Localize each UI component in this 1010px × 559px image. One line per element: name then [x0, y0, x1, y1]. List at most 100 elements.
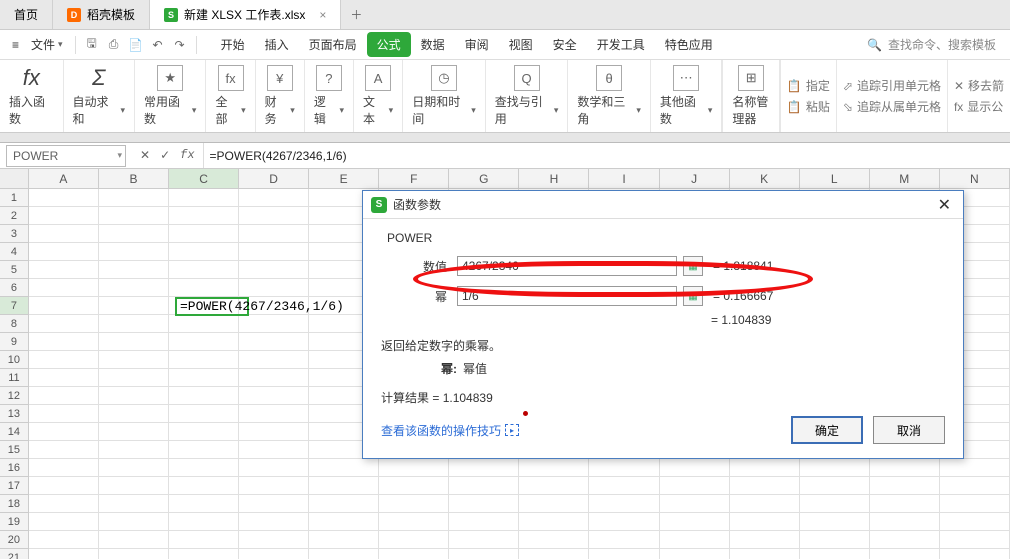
cell[interactable]	[449, 513, 519, 531]
cell[interactable]	[99, 261, 169, 279]
select-all-corner[interactable]	[0, 169, 29, 188]
cell[interactable]	[870, 531, 940, 549]
cell[interactable]	[169, 513, 239, 531]
col-header-N[interactable]: N	[940, 169, 1010, 188]
undo-icon[interactable]: ↶	[150, 38, 166, 52]
cell[interactable]	[169, 441, 239, 459]
cell[interactable]	[169, 351, 239, 369]
tab-sheet[interactable]: S 新建 XLSX 工作表.xlsx ×	[150, 0, 341, 29]
row-header-10[interactable]: 10	[0, 351, 29, 369]
cell[interactable]	[99, 387, 169, 405]
cell[interactable]	[309, 477, 379, 495]
cell[interactable]	[730, 531, 800, 549]
cell[interactable]	[239, 477, 309, 495]
cell[interactable]	[239, 423, 309, 441]
tab-insert[interactable]: 插入	[255, 32, 299, 57]
cell[interactable]	[169, 225, 239, 243]
cell[interactable]	[29, 243, 99, 261]
cell[interactable]	[169, 333, 239, 351]
cell[interactable]	[660, 531, 730, 549]
cell[interactable]	[870, 495, 940, 513]
cell[interactable]	[309, 459, 379, 477]
cell[interactable]	[519, 531, 589, 549]
cell[interactable]	[239, 243, 309, 261]
cell[interactable]	[169, 459, 239, 477]
cell[interactable]	[730, 549, 800, 559]
cell[interactable]	[940, 513, 1010, 531]
cell[interactable]	[519, 477, 589, 495]
cell[interactable]	[169, 531, 239, 549]
cell[interactable]	[800, 459, 870, 477]
row-header-8[interactable]: 8	[0, 315, 29, 333]
redo-icon[interactable]: ↷	[172, 38, 188, 52]
cell[interactable]	[870, 549, 940, 559]
row-header-11[interactable]: 11	[0, 369, 29, 387]
cell[interactable]	[99, 333, 169, 351]
tab-home[interactable]: 首页	[0, 0, 53, 29]
cell[interactable]	[730, 495, 800, 513]
col-header-C[interactable]: C	[169, 169, 239, 188]
row-header-3[interactable]: 3	[0, 225, 29, 243]
file-menu[interactable]: 文件 ▾	[27, 34, 67, 55]
cell[interactable]	[99, 189, 169, 207]
cell[interactable]	[800, 549, 870, 559]
cell[interactable]	[169, 315, 239, 333]
cell[interactable]	[449, 477, 519, 495]
cell[interactable]	[800, 477, 870, 495]
tab-dev-tools[interactable]: 开发工具	[587, 32, 655, 57]
cell[interactable]	[29, 387, 99, 405]
cancel-button[interactable]: 取消	[873, 416, 945, 444]
accept-formula-icon[interactable]: ✓	[160, 148, 170, 163]
cell[interactable]	[239, 387, 309, 405]
name-manager-button[interactable]: ⊞名称管理器	[722, 60, 780, 132]
cell[interactable]	[870, 513, 940, 531]
cell[interactable]	[589, 513, 659, 531]
cell[interactable]	[660, 549, 730, 559]
dialog-title-bar[interactable]: S 函数参数 ✕	[363, 191, 963, 219]
cell[interactable]	[519, 513, 589, 531]
cell[interactable]	[940, 477, 1010, 495]
cell[interactable]	[589, 531, 659, 549]
cell[interactable]	[99, 225, 169, 243]
cell[interactable]	[309, 549, 379, 559]
cell[interactable]	[29, 189, 99, 207]
cell[interactable]	[660, 495, 730, 513]
cell[interactable]	[379, 495, 449, 513]
cell[interactable]	[29, 369, 99, 387]
arg2-input[interactable]: 1/6	[457, 286, 677, 306]
row-header-7[interactable]: 7	[0, 297, 29, 315]
row-header-5[interactable]: 5	[0, 261, 29, 279]
paste-name-button[interactable]: 📋 粘贴	[787, 98, 830, 115]
cell[interactable]	[660, 477, 730, 495]
row-header-16[interactable]: 16	[0, 459, 29, 477]
row-header-15[interactable]: 15	[0, 441, 29, 459]
col-header-F[interactable]: F	[379, 169, 449, 188]
math-fn-button[interactable]: θ数学和三角	[568, 60, 651, 132]
cell[interactable]	[870, 459, 940, 477]
cell[interactable]	[169, 423, 239, 441]
tab-start[interactable]: 开始	[211, 32, 255, 57]
col-header-G[interactable]: G	[449, 169, 519, 188]
formula-input[interactable]: =POWER(4267/2346,1/6)	[203, 143, 1010, 168]
row-header-14[interactable]: 14	[0, 423, 29, 441]
cell[interactable]	[449, 531, 519, 549]
row-header-19[interactable]: 19	[0, 513, 29, 531]
cell[interactable]	[239, 549, 309, 559]
cell[interactable]	[99, 369, 169, 387]
row-header-13[interactable]: 13	[0, 405, 29, 423]
cell[interactable]	[379, 531, 449, 549]
cell[interactable]	[309, 495, 379, 513]
cell[interactable]	[99, 423, 169, 441]
cell[interactable]	[730, 513, 800, 531]
cell[interactable]	[29, 315, 99, 333]
cell[interactable]	[239, 207, 309, 225]
cell[interactable]	[169, 549, 239, 559]
help-link[interactable]: 查看该函数的操作技巧 ▸	[381, 422, 519, 439]
cell[interactable]	[29, 207, 99, 225]
cell[interactable]	[99, 477, 169, 495]
arg2-ref-button[interactable]: ▦	[683, 286, 703, 306]
cell[interactable]	[239, 351, 309, 369]
datetime-fn-button[interactable]: ◷日期和时间	[403, 60, 486, 132]
cell[interactable]	[29, 459, 99, 477]
tab-featured[interactable]: 特色应用	[655, 32, 723, 57]
